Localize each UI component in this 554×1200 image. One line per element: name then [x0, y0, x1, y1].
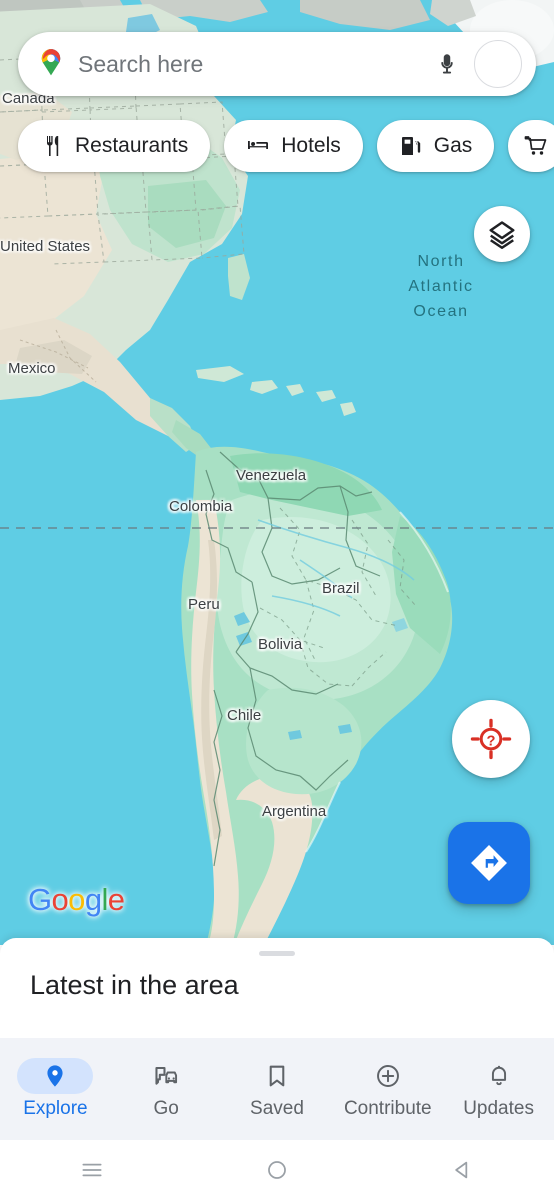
- circle-home-icon[interactable]: [185, 1140, 370, 1200]
- google-watermark: Google: [28, 882, 125, 918]
- directions-arrow-icon: [471, 845, 507, 881]
- microphone-glyph: [441, 54, 453, 74]
- chip-label: Gas: [433, 134, 473, 157]
- search-bar[interactable]: [18, 32, 536, 96]
- commute-transit-car-icon: [155, 1066, 178, 1085]
- location-unknown-crosshair-icon: ?: [470, 718, 512, 760]
- watermark-letter: o: [68, 882, 85, 917]
- chip-gas[interactable]: Gas: [376, 120, 495, 172]
- account-avatar[interactable]: [474, 40, 522, 88]
- plus-circle-icon: [376, 1065, 399, 1087]
- google-maps-app-screen: Canada United States Mexico Venezuela Co…: [0, 0, 554, 1200]
- nav-icon-wrap-updates: [461, 1058, 537, 1094]
- nav-item-go[interactable]: Go: [111, 1038, 222, 1140]
- watermark-letter: g: [84, 882, 102, 917]
- map-pin-icon: [47, 1065, 63, 1087]
- triangle-back-icon[interactable]: [369, 1140, 554, 1200]
- recents-glyph: [82, 1163, 102, 1177]
- nav-item-saved[interactable]: Saved: [222, 1038, 333, 1140]
- nav-item-contribute[interactable]: Contribute: [332, 1038, 443, 1140]
- watermark-letter: e: [107, 882, 125, 917]
- shopping-cart-icon: [524, 136, 547, 155]
- chip-label: Hotels: [281, 134, 341, 157]
- nav-label: Updates: [463, 1098, 534, 1119]
- back-glyph: [454, 1161, 467, 1179]
- microphone-icon[interactable]: [430, 47, 464, 81]
- nav-icon-wrap-go: [128, 1058, 204, 1094]
- nav-label: Explore: [23, 1098, 88, 1119]
- nav-item-updates[interactable]: Updates: [443, 1038, 554, 1140]
- nav-label: Saved: [250, 1098, 304, 1119]
- home-glyph: [268, 1161, 286, 1179]
- nav-label: Contribute: [343, 1098, 432, 1119]
- nav-icon-wrap-contribute: [350, 1058, 426, 1094]
- search-input[interactable]: [78, 50, 420, 78]
- chip-restaurants[interactable]: Restaurants: [18, 120, 211, 172]
- svg-text:?: ?: [487, 733, 496, 749]
- nav-icon-wrap-explore: [17, 1058, 94, 1094]
- hotel-bed-icon: [248, 141, 269, 149]
- google-maps-pin-icon: [41, 49, 61, 76]
- category-chip-row: Restaurants Hotels Gas: [18, 120, 554, 172]
- bell-icon: [491, 1065, 506, 1086]
- restaurant-fork-knife-icon: [47, 136, 59, 156]
- bottom-sheet[interactable]: Latest in the area: [0, 938, 554, 1038]
- watermark-letter: o: [51, 882, 69, 917]
- chip-hotels[interactable]: Hotels: [224, 120, 363, 172]
- bottom-sheet-title: Latest in the area: [30, 970, 239, 1000]
- bookmark-icon: [269, 1065, 285, 1087]
- layers-icon: [489, 221, 515, 249]
- watermark-letter: G: [28, 882, 52, 917]
- drag-handle[interactable]: [259, 951, 295, 956]
- hamburger-recents-icon[interactable]: [0, 1140, 185, 1200]
- chip-groceries[interactable]: [508, 120, 554, 172]
- nav-item-explore[interactable]: Explore: [0, 1038, 111, 1140]
- chip-label: Restaurants: [75, 134, 189, 157]
- nav-icon-wrap-saved: [239, 1058, 315, 1094]
- gas-pump-icon: [401, 137, 420, 155]
- directions-button[interactable]: [448, 822, 530, 904]
- android-system-navigation-bar: [0, 1140, 554, 1200]
- nav-label: Go: [153, 1098, 179, 1119]
- layers-button[interactable]: [474, 206, 530, 262]
- my-location-button[interactable]: ?: [452, 700, 530, 778]
- bottom-navigation-bar: Explore Go Saved Contribute Updates: [0, 1038, 554, 1140]
